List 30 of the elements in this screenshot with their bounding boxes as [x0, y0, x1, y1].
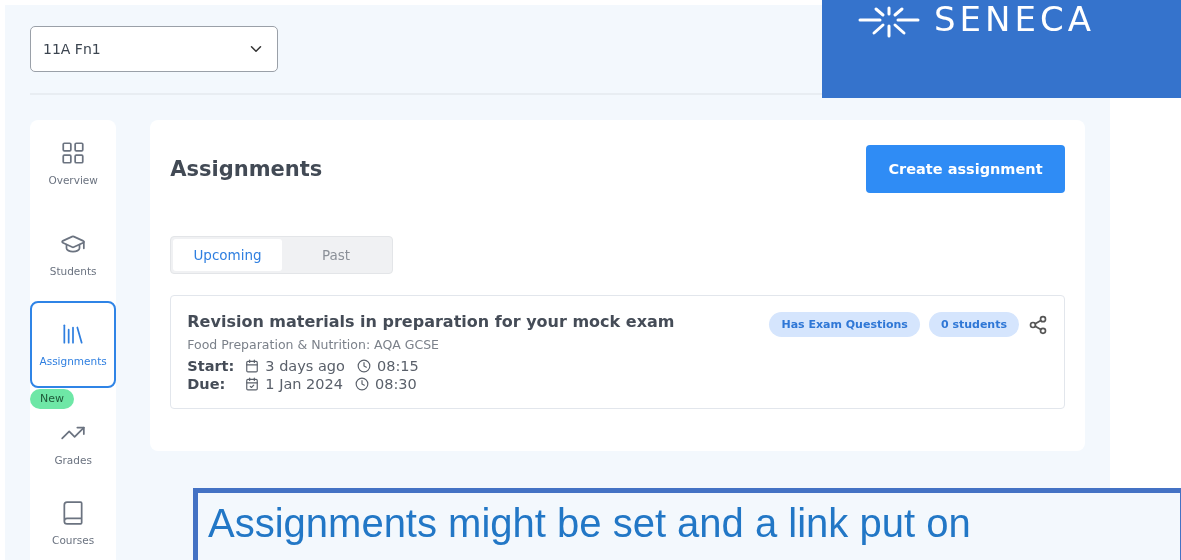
nav-item[interactable]: Grades [30, 409, 117, 476]
share-icon[interactable] [1028, 315, 1048, 335]
grid-icon [60, 140, 87, 167]
tab[interactable]: Past [281, 239, 391, 271]
start-label: Start: [187, 358, 236, 374]
nav-item[interactable]: Students [30, 210, 117, 298]
create-assignment-button[interactable]: Create assignment [866, 145, 1065, 193]
new-badge: New [30, 388, 74, 409]
clock-icon [356, 359, 371, 373]
due-label: Due: [187, 376, 227, 392]
assignment-title: Revision materials in preparation for your mock exam [187, 312, 675, 331]
clock-icon [355, 377, 369, 391]
page-title: Assignments [170, 157, 323, 181]
class-select[interactable]: 11A Fn1 [30, 26, 278, 72]
tag: Has Exam Questions [769, 312, 920, 337]
assignment-card[interactable]: Revision materials in preparation for your mock exam Food Preparation & Nutrition: AQA GCSE Start: 3 days ago 08:15 Due: 1 Jan 2024 08:30 Has Exam Questions 0 students [170, 295, 1065, 409]
tag: 0 students [928, 312, 1019, 337]
start-time: 08:15 [376, 358, 419, 374]
nav-item[interactable]: Courses [30, 479, 117, 560]
calendar-check-icon [245, 377, 260, 391]
nav-item[interactable]: Assignments [30, 301, 117, 388]
logo-text: SENECA [934, 0, 1095, 38]
course-name: Food Preparation & Nutrition: AQA GCSE [187, 337, 440, 352]
start-date: 3 days ago [265, 358, 345, 374]
calendar-icon [245, 359, 260, 373]
tab[interactable]: Upcoming [173, 239, 282, 271]
due-date: 1 Jan 2024 [265, 376, 343, 392]
nav-item[interactable]: Overview [30, 120, 117, 207]
due-time: 08:30 [375, 376, 417, 392]
callout-text: Assignments might be set and a link put on [193, 488, 1181, 560]
